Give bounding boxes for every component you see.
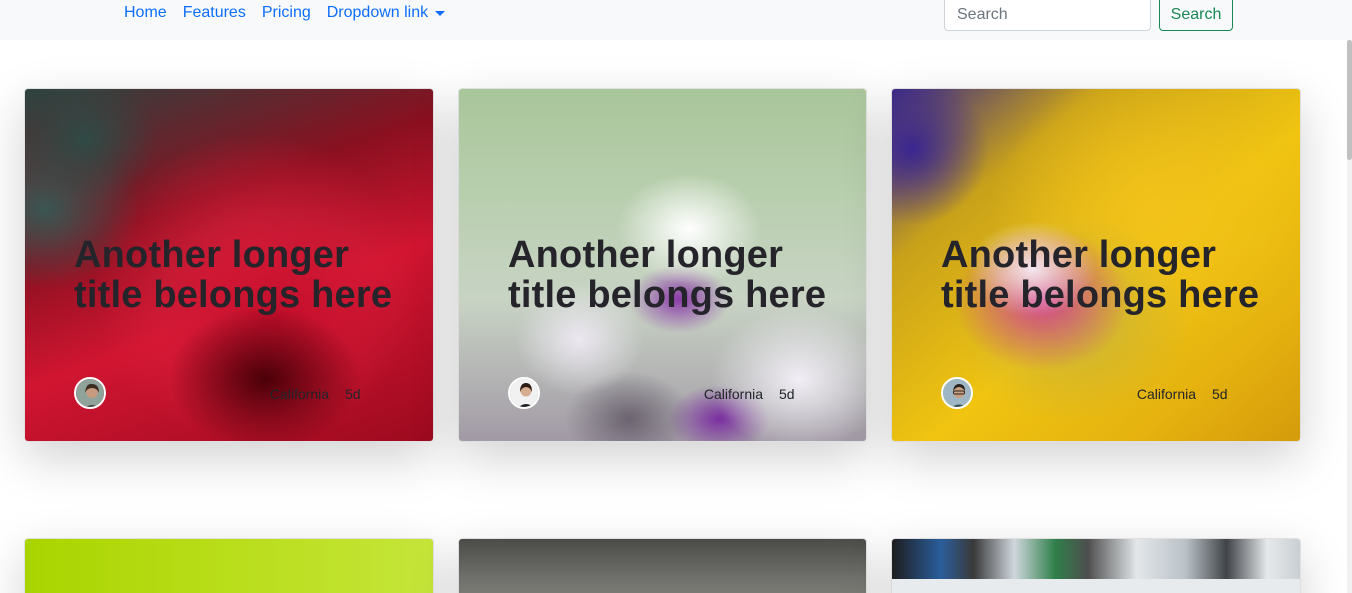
navbar: Home Features Pricing Dropdown link Sear…	[0, 0, 1352, 40]
card-background-image	[892, 539, 1300, 593]
card-gray[interactable]	[458, 538, 867, 593]
card-green[interactable]	[24, 538, 434, 593]
card-days: 5d	[345, 386, 361, 402]
card-rose[interactable]: Another longer title belongs here Califo…	[24, 88, 434, 442]
card-background-image	[459, 539, 866, 593]
card-title: Another longer title belongs here	[74, 234, 393, 316]
card-title: Another longer title belongs here	[941, 234, 1260, 316]
avatar	[74, 377, 106, 409]
card-location: California	[703, 386, 763, 402]
avatar	[508, 377, 540, 409]
avatar	[941, 377, 973, 409]
nav-dropdown-label: Dropdown link	[326, 4, 429, 21]
card-meta: California 5d	[941, 377, 1252, 409]
card-location: California	[1136, 386, 1196, 402]
card-title: Another longer title belongs here	[508, 234, 827, 316]
card-street[interactable]	[891, 538, 1301, 593]
vertical-scrollbar[interactable]	[1347, 40, 1352, 593]
nav-link-features[interactable]: Features	[175, 4, 254, 22]
card-background-image	[25, 539, 433, 593]
nav-link-home[interactable]: Home	[116, 4, 175, 22]
card-blossom[interactable]: Another longer title belongs here Califo…	[458, 88, 867, 442]
card-meta: California 5d	[508, 377, 819, 409]
scrollbar-thumb[interactable]	[1347, 40, 1352, 160]
caret-down-icon	[435, 11, 446, 16]
card-days: 5d	[779, 386, 795, 402]
nav-links: Home Features Pricing Dropdown link	[116, 0, 453, 26]
search-button[interactable]: Search	[1159, 0, 1233, 31]
search-input[interactable]	[944, 0, 1151, 31]
card-meta: California 5d	[74, 377, 385, 409]
card-yellow-flower[interactable]: Another longer title belongs here Califo…	[891, 88, 1301, 442]
nav-dropdown-toggle[interactable]: Dropdown link	[319, 4, 453, 22]
nav-link-pricing[interactable]: Pricing	[254, 4, 319, 22]
card-location: California	[269, 386, 329, 402]
card-days: 5d	[1212, 386, 1228, 402]
